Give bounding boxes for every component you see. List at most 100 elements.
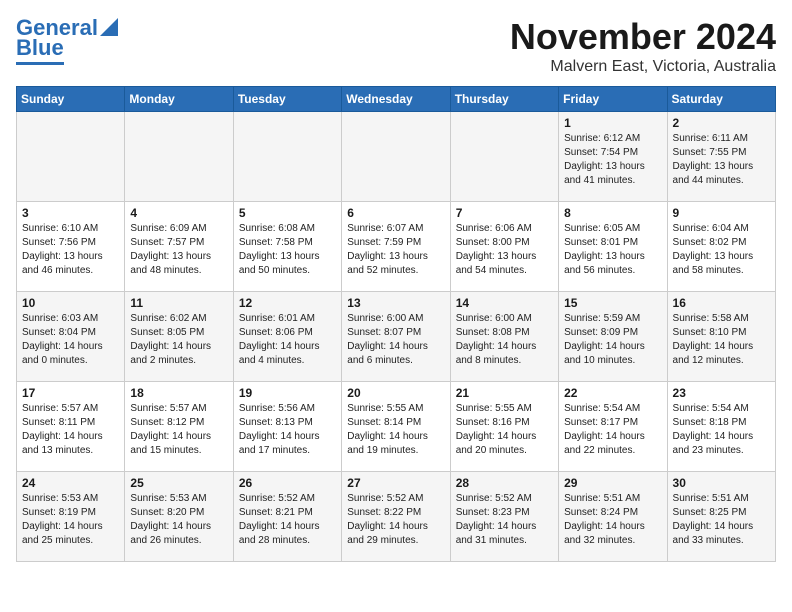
calendar-day-cell: [450, 112, 558, 202]
day-number: 17: [22, 386, 119, 400]
day-info: Sunrise: 5:57 AM Sunset: 8:11 PM Dayligh…: [22, 402, 119, 458]
day-info: Sunrise: 6:02 AM Sunset: 8:05 PM Dayligh…: [130, 312, 227, 368]
day-of-week-header: Tuesday: [233, 87, 341, 112]
day-number: 6: [347, 206, 444, 220]
day-number: 7: [456, 206, 553, 220]
day-number: 11: [130, 296, 227, 310]
calendar-week-row: 3 Sunrise: 6:10 AM Sunset: 7:56 PM Daylig…: [17, 202, 776, 292]
day-info: Sunrise: 6:12 AM Sunset: 7:54 PM Dayligh…: [564, 132, 661, 188]
day-number: 20: [347, 386, 444, 400]
day-number: 3: [22, 206, 119, 220]
day-info: Sunrise: 6:07 AM Sunset: 7:59 PM Dayligh…: [347, 222, 444, 278]
calendar-day-cell: 11 Sunrise: 6:02 AM Sunset: 8:05 PM Dayli…: [125, 292, 233, 382]
calendar-day-cell: 13 Sunrise: 6:00 AM Sunset: 8:07 PM Dayli…: [342, 292, 450, 382]
day-info: Sunrise: 5:52 AM Sunset: 8:22 PM Dayligh…: [347, 492, 444, 548]
day-number: 13: [347, 296, 444, 310]
day-number: 1: [564, 116, 661, 130]
page-header: General Blue November 2024 Malvern East,…: [16, 16, 776, 76]
calendar-day-cell: 24Sunrise: 5:53 AM Sunset: 8:19 PM Dayli…: [17, 472, 125, 562]
day-of-week-header: Monday: [125, 87, 233, 112]
calendar-week-row: 10Sunrise: 6:03 AM Sunset: 8:04 PM Dayli…: [17, 292, 776, 382]
day-info: Sunrise: 6:10 AM Sunset: 7:56 PM Dayligh…: [22, 222, 119, 278]
calendar-week-row: 1 Sunrise: 6:12 AM Sunset: 7:54 PM Daylig…: [17, 112, 776, 202]
calendar-day-cell: 6 Sunrise: 6:07 AM Sunset: 7:59 PM Daylig…: [342, 202, 450, 292]
day-info: Sunrise: 5:51 AM Sunset: 8:25 PM Dayligh…: [673, 492, 770, 548]
calendar-day-cell: 23 Sunrise: 5:54 AM Sunset: 8:18 PM Dayli…: [667, 382, 775, 472]
day-info: Sunrise: 5:54 AM Sunset: 8:18 PM Dayligh…: [673, 402, 770, 458]
logo-text-blue: Blue: [16, 36, 64, 60]
calendar-day-cell: [17, 112, 125, 202]
calendar-table: SundayMondayTuesdayWednesdayThursdayFrid…: [16, 86, 776, 562]
day-info: Sunrise: 5:52 AM Sunset: 8:23 PM Dayligh…: [456, 492, 553, 548]
day-info: Sunrise: 5:57 AM Sunset: 8:12 PM Dayligh…: [130, 402, 227, 458]
calendar-day-cell: 26 Sunrise: 5:52 AM Sunset: 8:21 PM Dayli…: [233, 472, 341, 562]
day-info: Sunrise: 6:00 AM Sunset: 8:07 PM Dayligh…: [347, 312, 444, 368]
day-info: Sunrise: 6:11 AM Sunset: 7:55 PM Dayligh…: [673, 132, 770, 188]
day-info: Sunrise: 6:01 AM Sunset: 8:06 PM Dayligh…: [239, 312, 336, 368]
calendar-day-cell: 9Sunrise: 6:04 AM Sunset: 8:02 PM Daylig…: [667, 202, 775, 292]
calendar-day-cell: 30Sunrise: 5:51 AM Sunset: 8:25 PM Dayli…: [667, 472, 775, 562]
logo-underline: [16, 62, 64, 65]
day-number: 29: [564, 476, 661, 490]
day-number: 14: [456, 296, 553, 310]
calendar-day-cell: 16Sunrise: 5:58 AM Sunset: 8:10 PM Dayli…: [667, 292, 775, 382]
calendar-day-cell: 12 Sunrise: 6:01 AM Sunset: 8:06 PM Dayli…: [233, 292, 341, 382]
day-number: 9: [673, 206, 770, 220]
calendar-day-cell: 19 Sunrise: 5:56 AM Sunset: 8:13 PM Dayli…: [233, 382, 341, 472]
day-info: Sunrise: 6:00 AM Sunset: 8:08 PM Dayligh…: [456, 312, 553, 368]
calendar-header: SundayMondayTuesdayWednesdayThursdayFrid…: [17, 87, 776, 112]
day-number: 22: [564, 386, 661, 400]
logo: General Blue: [16, 16, 118, 65]
day-of-week-header: Thursday: [450, 87, 558, 112]
calendar-day-cell: 8 Sunrise: 6:05 AM Sunset: 8:01 PM Daylig…: [559, 202, 667, 292]
day-number: 8: [564, 206, 661, 220]
month-title: November 2024: [510, 16, 776, 58]
calendar-day-cell: 4 Sunrise: 6:09 AM Sunset: 7:57 PM Daylig…: [125, 202, 233, 292]
day-number: 12: [239, 296, 336, 310]
day-number: 15: [564, 296, 661, 310]
day-number: 23: [673, 386, 770, 400]
calendar-day-cell: 7 Sunrise: 6:06 AM Sunset: 8:00 PM Daylig…: [450, 202, 558, 292]
calendar-day-cell: 28Sunrise: 5:52 AM Sunset: 8:23 PM Dayli…: [450, 472, 558, 562]
day-info: Sunrise: 6:09 AM Sunset: 7:57 PM Dayligh…: [130, 222, 227, 278]
calendar-day-cell: 22 Sunrise: 5:54 AM Sunset: 8:17 PM Dayli…: [559, 382, 667, 472]
day-number: 2: [673, 116, 770, 130]
day-of-week-header: Wednesday: [342, 87, 450, 112]
calendar-day-cell: 3 Sunrise: 6:10 AM Sunset: 7:56 PM Daylig…: [17, 202, 125, 292]
calendar-day-cell: [125, 112, 233, 202]
location-subtitle: Malvern East, Victoria, Australia: [510, 58, 776, 76]
day-number: 26: [239, 476, 336, 490]
day-info: Sunrise: 5:52 AM Sunset: 8:21 PM Dayligh…: [239, 492, 336, 548]
calendar-day-cell: 17 Sunrise: 5:57 AM Sunset: 8:11 PM Dayli…: [17, 382, 125, 472]
day-of-week-header: Friday: [559, 87, 667, 112]
calendar-day-cell: 5Sunrise: 6:08 AM Sunset: 7:58 PM Daylig…: [233, 202, 341, 292]
day-number: 4: [130, 206, 227, 220]
calendar-body: 1 Sunrise: 6:12 AM Sunset: 7:54 PM Daylig…: [17, 112, 776, 562]
day-info: Sunrise: 5:56 AM Sunset: 8:13 PM Dayligh…: [239, 402, 336, 458]
day-of-week-header: Saturday: [667, 87, 775, 112]
calendar-day-cell: 15 Sunrise: 5:59 AM Sunset: 8:09 PM Dayli…: [559, 292, 667, 382]
calendar-day-cell: 20Sunrise: 5:55 AM Sunset: 8:14 PM Dayli…: [342, 382, 450, 472]
day-info: Sunrise: 5:53 AM Sunset: 8:20 PM Dayligh…: [130, 492, 227, 548]
day-info: Sunrise: 6:06 AM Sunset: 8:00 PM Dayligh…: [456, 222, 553, 278]
day-info: Sunrise: 5:58 AM Sunset: 8:10 PM Dayligh…: [673, 312, 770, 368]
days-of-week-row: SundayMondayTuesdayWednesdayThursdayFrid…: [17, 87, 776, 112]
calendar-week-row: 24Sunrise: 5:53 AM Sunset: 8:19 PM Dayli…: [17, 472, 776, 562]
calendar-day-cell: [233, 112, 341, 202]
calendar-day-cell: 10Sunrise: 6:03 AM Sunset: 8:04 PM Dayli…: [17, 292, 125, 382]
day-info: Sunrise: 6:03 AM Sunset: 8:04 PM Dayligh…: [22, 312, 119, 368]
day-info: Sunrise: 5:54 AM Sunset: 8:17 PM Dayligh…: [564, 402, 661, 458]
day-info: Sunrise: 5:51 AM Sunset: 8:24 PM Dayligh…: [564, 492, 661, 548]
calendar-day-cell: 14 Sunrise: 6:00 AM Sunset: 8:08 PM Dayli…: [450, 292, 558, 382]
day-number: 5: [239, 206, 336, 220]
day-info: Sunrise: 6:05 AM Sunset: 8:01 PM Dayligh…: [564, 222, 661, 278]
day-info: Sunrise: 5:53 AM Sunset: 8:19 PM Dayligh…: [22, 492, 119, 548]
title-block: November 2024 Malvern East, Victoria, Au…: [510, 16, 776, 76]
calendar-day-cell: 18Sunrise: 5:57 AM Sunset: 8:12 PM Dayli…: [125, 382, 233, 472]
day-number: 27: [347, 476, 444, 490]
day-info: Sunrise: 5:59 AM Sunset: 8:09 PM Dayligh…: [564, 312, 661, 368]
day-number: 25: [130, 476, 227, 490]
calendar-day-cell: [342, 112, 450, 202]
logo-triangle-icon: [100, 18, 118, 36]
day-number: 19: [239, 386, 336, 400]
